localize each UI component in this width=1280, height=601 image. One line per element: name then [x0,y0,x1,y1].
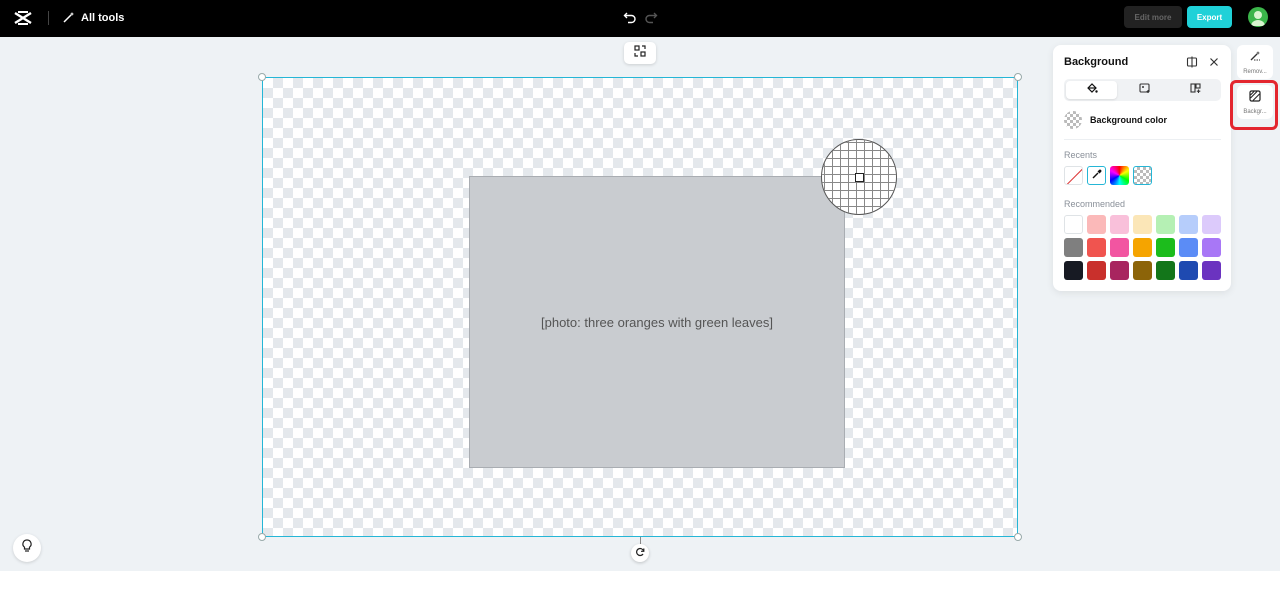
color-swatch[interactable] [1087,261,1106,280]
close-icon[interactable] [1207,55,1221,69]
background-button[interactable]: Backgr... [1237,85,1273,119]
resize-handle-bottom-right[interactable] [1014,533,1022,541]
tab-template[interactable] [1170,79,1221,101]
rotate-handle[interactable] [631,544,649,562]
canvas-resize-button[interactable] [624,42,656,64]
cutout-image[interactable]: [photo: three oranges with green leaves] [469,176,845,468]
transparent-color-swatch [1064,111,1082,129]
custom-color-swatch[interactable] [1110,166,1129,185]
undo-icon[interactable] [621,8,639,26]
tab-image[interactable] [1119,79,1170,101]
color-swatch[interactable] [1064,261,1083,280]
swatch-row [1064,238,1221,257]
resize-handle-bottom-left[interactable] [258,533,266,541]
capcut-logo-icon[interactable] [12,8,34,28]
eraser-magic-icon [1249,49,1261,67]
canvas-area[interactable]: [photo: three oranges with green leaves] [262,77,1018,537]
background-label: Backgr... [1243,109,1267,115]
redo-icon[interactable] [642,8,660,26]
swatch-row [1064,215,1221,234]
editor-app: All tools Edit more Export [photo: three… [0,0,1280,571]
color-swatch[interactable] [1202,215,1221,234]
recent-colors [1064,166,1152,185]
template-icon [1189,81,1202,99]
color-swatch[interactable] [1156,261,1175,280]
rotate-icon [635,544,645,562]
all-tools-label: All tools [81,12,125,24]
background-panel: Background Background color Recents Reco… [1053,45,1231,291]
top-bar: All tools Edit more Export [0,0,1280,37]
color-swatch[interactable] [1156,215,1175,234]
right-rail: Remov... Backgr... [1237,45,1273,125]
color-swatch[interactable] [1156,238,1175,257]
edit-more-button[interactable]: Edit more [1124,6,1182,28]
image-add-icon [1138,81,1151,99]
tab-color-fill[interactable] [1066,81,1117,99]
background-color-label: Background color [1090,115,1168,125]
lightbulb-icon [21,538,33,558]
color-swatch[interactable] [1133,238,1152,257]
topbar-divider [48,11,49,25]
panel-title: Background [1064,56,1129,68]
transparent-recent-swatch[interactable] [1133,166,1152,185]
eyedropper-icon [1091,167,1102,185]
tips-button[interactable] [13,534,41,562]
color-swatch[interactable] [1202,238,1221,257]
panel-divider [1064,139,1221,140]
recents-label: Recents [1064,150,1098,160]
background-color-row[interactable]: Background color [1064,111,1167,129]
rotate-stem [640,537,641,544]
recommended-label: Recommended [1064,199,1126,209]
color-swatch[interactable] [1087,238,1106,257]
no-color-swatch[interactable] [1064,166,1083,185]
color-swatch[interactable] [1133,261,1152,280]
color-swatch[interactable] [1179,215,1198,234]
color-swatch[interactable] [1179,238,1198,257]
compare-icon[interactable] [1185,55,1199,69]
resize-handle-top-left[interactable] [258,73,266,81]
color-swatch[interactable] [1110,238,1129,257]
color-swatch[interactable] [1110,261,1129,280]
color-swatch[interactable] [1064,238,1083,257]
background-pattern-icon [1249,89,1261,107]
remove-label: Remov... [1243,69,1267,75]
avatar[interactable] [1248,7,1268,27]
remove-background-button[interactable]: Remov... [1237,45,1273,79]
color-swatch[interactable] [1133,215,1152,234]
color-swatch[interactable] [1064,215,1083,234]
background-type-tabs [1064,79,1221,101]
eyedropper-button[interactable] [1087,166,1106,185]
color-picker-loupe [821,139,897,215]
magic-wand-icon [63,11,75,26]
color-swatch[interactable] [1110,215,1129,234]
swatch-row [1064,261,1221,280]
all-tools-button[interactable]: All tools [63,9,124,27]
paint-bucket-icon [1086,81,1098,99]
loupe-center-pixel [855,173,864,182]
resize-handle-top-right[interactable] [1014,73,1022,81]
color-swatch[interactable] [1202,261,1221,280]
export-button[interactable]: Export [1187,6,1232,28]
color-swatch[interactable] [1179,261,1198,280]
color-swatch[interactable] [1087,215,1106,234]
resize-icon [634,44,646,62]
